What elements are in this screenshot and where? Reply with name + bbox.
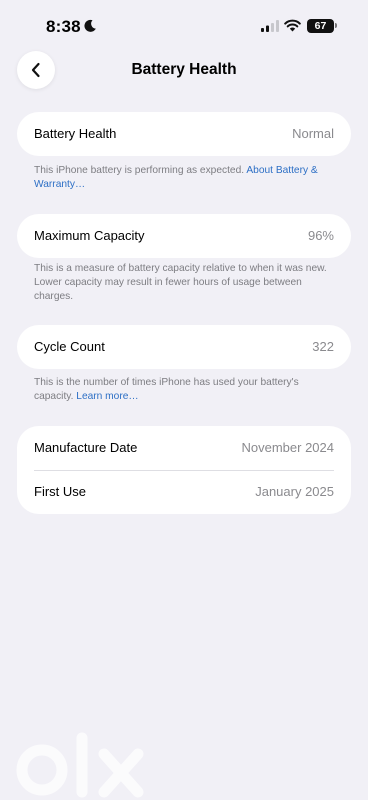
- cycle-count-footnote-text: This is the number of times iPhone has u…: [34, 377, 299, 402]
- learn-more-link[interactable]: Learn more…: [76, 391, 138, 402]
- cycle-count-label: Cycle Count: [34, 339, 105, 354]
- battery-nub: [335, 23, 337, 28]
- first-use-label: First Use: [34, 484, 86, 499]
- battery-level: 67: [314, 20, 327, 32]
- manufacture-date-row: Manufacture Date November 2024: [17, 426, 351, 470]
- manufacture-date-label: Manufacture Date: [34, 440, 138, 455]
- cycle-count-row: Cycle Count 322: [17, 325, 351, 369]
- cycle-count-footnote: This is the number of times iPhone has u…: [34, 376, 340, 404]
- cycle-count-card: Cycle Count 322: [17, 325, 351, 369]
- status-bar: 8:38 67: [0, 0, 368, 54]
- watermark-logo: [16, 732, 144, 798]
- dates-card: Manufacture Date November 2024 First Use…: [17, 426, 351, 514]
- first-use-value: January 2025: [255, 484, 334, 499]
- cellular-signal-icon: [261, 20, 279, 32]
- battery-icon: 67: [307, 19, 334, 33]
- status-time: 8:38: [46, 17, 81, 36]
- maximum-capacity-card: Maximum Capacity 96%: [17, 214, 351, 258]
- battery-health-footnote-text: This iPhone battery is performing as exp…: [34, 165, 247, 176]
- moon-icon: [84, 19, 96, 32]
- wifi-icon: [284, 19, 301, 32]
- battery-health-value: Normal: [292, 126, 334, 141]
- battery-health-label: Battery Health: [34, 126, 117, 141]
- maximum-capacity-value: 96%: [307, 228, 334, 243]
- manufacture-date-value: November 2024: [241, 440, 335, 455]
- battery-health-card: Battery Health Normal: [17, 112, 351, 156]
- cycle-count-value: 322: [312, 339, 334, 354]
- battery-health-footnote: This iPhone battery is performing as exp…: [34, 164, 340, 192]
- maximum-capacity-row: Maximum Capacity 96%: [17, 214, 351, 258]
- maximum-capacity-footnote-text: This is a measure of battery capacity re…: [34, 263, 327, 302]
- first-use-row: First Use January 2025: [17, 470, 351, 514]
- page-title: Battery Health: [131, 61, 237, 78]
- battery-health-row: Battery Health Normal: [17, 112, 351, 156]
- maximum-capacity-footnote: This is a measure of battery capacity re…: [34, 262, 340, 304]
- maximum-capacity-label: Maximum Capacity: [34, 228, 145, 243]
